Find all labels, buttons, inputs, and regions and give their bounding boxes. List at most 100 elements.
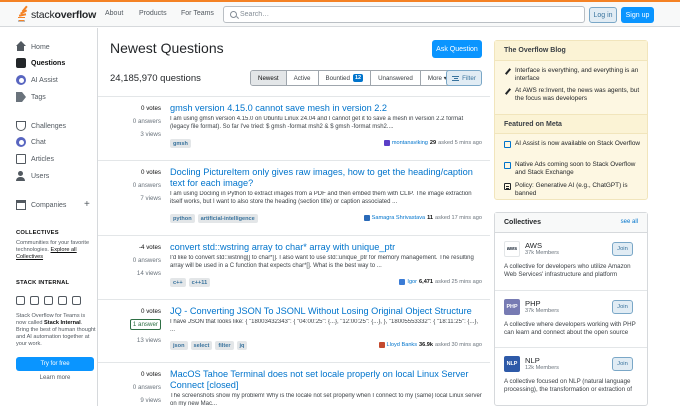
answered-badge: 1 answer <box>129 319 161 330</box>
sidebar-item-articles[interactable]: Articles <box>16 153 54 165</box>
tag[interactable]: c++11 <box>188 278 211 287</box>
see-all-link[interactable]: see all <box>621 219 638 225</box>
sidebar-item-home[interactable]: Home <box>16 41 50 53</box>
tag[interactable]: jq <box>236 341 248 350</box>
collectives-title: Collectives <box>504 219 541 226</box>
nav-products[interactable]: Products <box>139 10 167 17</box>
meta-post-title: AI Assist is now available on Stack Over… <box>515 140 641 147</box>
avatar[interactable] <box>399 279 406 285</box>
search-box[interactable] <box>223 6 585 23</box>
avatar[interactable] <box>383 140 390 146</box>
sidebar-item-label: Companies <box>31 201 67 209</box>
nlp-logo-icon[interactable]: NLP <box>504 356 520 372</box>
blog-post-link[interactable]: At AWS re:Invent, the news was agents, b… <box>504 87 644 103</box>
question-title[interactable]: Docling PictureItem only gives raw image… <box>170 167 482 189</box>
question-title[interactable]: convert std::wstring array to char* arra… <box>170 242 482 253</box>
sidebar-item-questions[interactable]: Questions <box>16 57 65 69</box>
meta-post-link[interactable]: AI Assist is now available on Stack Over… <box>504 140 644 148</box>
signup-button[interactable]: Sign up <box>621 7 654 23</box>
question-stats: 0 votes 0 answers 3 views <box>98 104 161 143</box>
filter-label: Filter <box>462 74 476 82</box>
try-for-free-button[interactable]: Try for free <box>16 357 94 371</box>
sidebar-item-label: Chat <box>31 138 46 146</box>
tag-list: gmsh <box>170 139 191 148</box>
sidebar-item-chat[interactable]: Chat <box>16 136 46 148</box>
view-count: 14 views <box>136 270 161 277</box>
question-excerpt: I am using Docling in Python to extract … <box>170 191 472 205</box>
question-meta: Igor 6,471 asked 25 mins ago <box>399 279 482 285</box>
question-title[interactable]: gmsh version 4.15.0 cannot save mesh in … <box>170 103 482 114</box>
question-title[interactable]: MacOS Tahoe Terminal does not set locale… <box>170 369 482 391</box>
tab-unanswered[interactable]: Unanswered <box>371 71 421 85</box>
nav-for-teams[interactable]: For Teams <box>181 10 214 17</box>
login-button[interactable]: Log in <box>589 7 617 23</box>
team-icon <box>58 296 67 305</box>
collective-name[interactable]: AWS <box>525 241 542 250</box>
ask-question-button[interactable]: Ask Question <box>432 40 482 58</box>
user-link[interactable]: Samagra Shrivastava <box>372 215 425 221</box>
filter-button[interactable]: Filter <box>446 70 482 86</box>
meta-post-icon <box>504 141 511 148</box>
team-icon <box>30 296 39 305</box>
collectives-heading: COLLECTIVES <box>16 230 59 236</box>
tag[interactable]: filter <box>215 341 234 350</box>
user-link[interactable]: Lloyd Banks <box>387 342 417 348</box>
sidebar-item-challenges[interactable]: Challenges <box>16 120 66 132</box>
stack-internal-heading: STACK INTERNAL <box>16 280 70 286</box>
meta-post-link[interactable]: Native Ads coming soon to Stack Overflow… <box>504 161 644 177</box>
tag[interactable]: json <box>170 341 188 350</box>
asked-time: asked 5 mins ago <box>438 140 482 146</box>
meta-heading: Featured on Meta <box>495 114 647 134</box>
avatar[interactable] <box>363 215 370 221</box>
meta-post-link[interactable]: Policy: Generative AI (e.g., ChatGPT) is… <box>504 182 644 198</box>
meta-post-icon <box>504 162 511 169</box>
question-title[interactable]: JQ - Converting JSON To JSONL Without Lo… <box>170 306 482 317</box>
sidebar-item-ai-assist[interactable]: AI Assist <box>16 74 58 86</box>
home-icon <box>16 41 26 52</box>
tag[interactable]: python <box>170 214 195 223</box>
question-meta: Samagra Shrivastava 11 asked 17 mins ago <box>363 215 482 221</box>
aws-logo-icon[interactable]: aws <box>504 241 520 257</box>
question-count: 24,185,970 questions <box>110 73 201 84</box>
search-input[interactable] <box>240 9 570 20</box>
plus-icon[interactable]: + <box>84 200 90 210</box>
tab-bountied[interactable]: Bountied 12 <box>319 71 372 85</box>
stack-overflow-logo[interactable]: stackoverflow <box>15 5 96 23</box>
sidebar-item-users[interactable]: Users <box>16 170 49 182</box>
sidebar-item-label: Challenges <box>31 122 67 130</box>
tab-newest[interactable]: Newest <box>251 71 287 85</box>
answer-count: 0 answers <box>132 384 161 391</box>
left-sidebar: Home Questions AI Assist Tags Challenges… <box>0 28 98 406</box>
php-logo-icon[interactable]: PHP <box>504 299 520 315</box>
reputation: 36.9k <box>419 342 434 348</box>
collectives-description: Communities for your favorite technologi… <box>16 240 90 260</box>
collective-item: aws AWS 37k Members Join A collective fo… <box>495 233 647 289</box>
question-excerpt: I'd like to convert std::wstring[] to ch… <box>170 255 474 269</box>
user-link[interactable]: Igor <box>407 279 417 285</box>
tag-list: json select filter jq <box>170 341 248 350</box>
vote-count: 0 votes <box>141 105 161 112</box>
tag[interactable]: select <box>190 341 213 350</box>
sidebar-item-tags[interactable]: Tags <box>16 91 46 103</box>
meta-post-title: Native Ads coming soon to Stack Overflow… <box>515 161 636 176</box>
blog-post-link[interactable]: Interface is everything, and everything … <box>504 67 644 83</box>
bounty-count-badge: 12 <box>352 74 364 82</box>
join-button[interactable]: Join <box>612 357 633 371</box>
nav-about[interactable]: About <box>105 10 123 17</box>
join-button[interactable]: Join <box>612 300 633 314</box>
asked-time: asked 17 mins ago <box>435 215 482 221</box>
avatar[interactable] <box>378 342 385 348</box>
tab-active[interactable]: Active <box>287 71 319 85</box>
sidebar-item-companies[interactable]: Companies <box>16 199 66 211</box>
user-link[interactable]: montanaviking <box>392 140 428 146</box>
collective-name[interactable]: PHP <box>525 299 541 308</box>
meta-post-title: Policy: Generative AI (e.g., ChatGPT) is… <box>515 182 628 197</box>
tag[interactable]: gmsh <box>170 139 191 148</box>
join-button[interactable]: Join <box>612 242 633 256</box>
tag[interactable]: c++ <box>170 278 186 287</box>
building-icon <box>16 200 26 210</box>
learn-more-link[interactable]: Learn more <box>16 375 94 381</box>
collective-name[interactable]: NLP <box>525 356 540 365</box>
questions-icon <box>16 58 26 68</box>
tag[interactable]: artificial-intelligence <box>197 214 258 223</box>
